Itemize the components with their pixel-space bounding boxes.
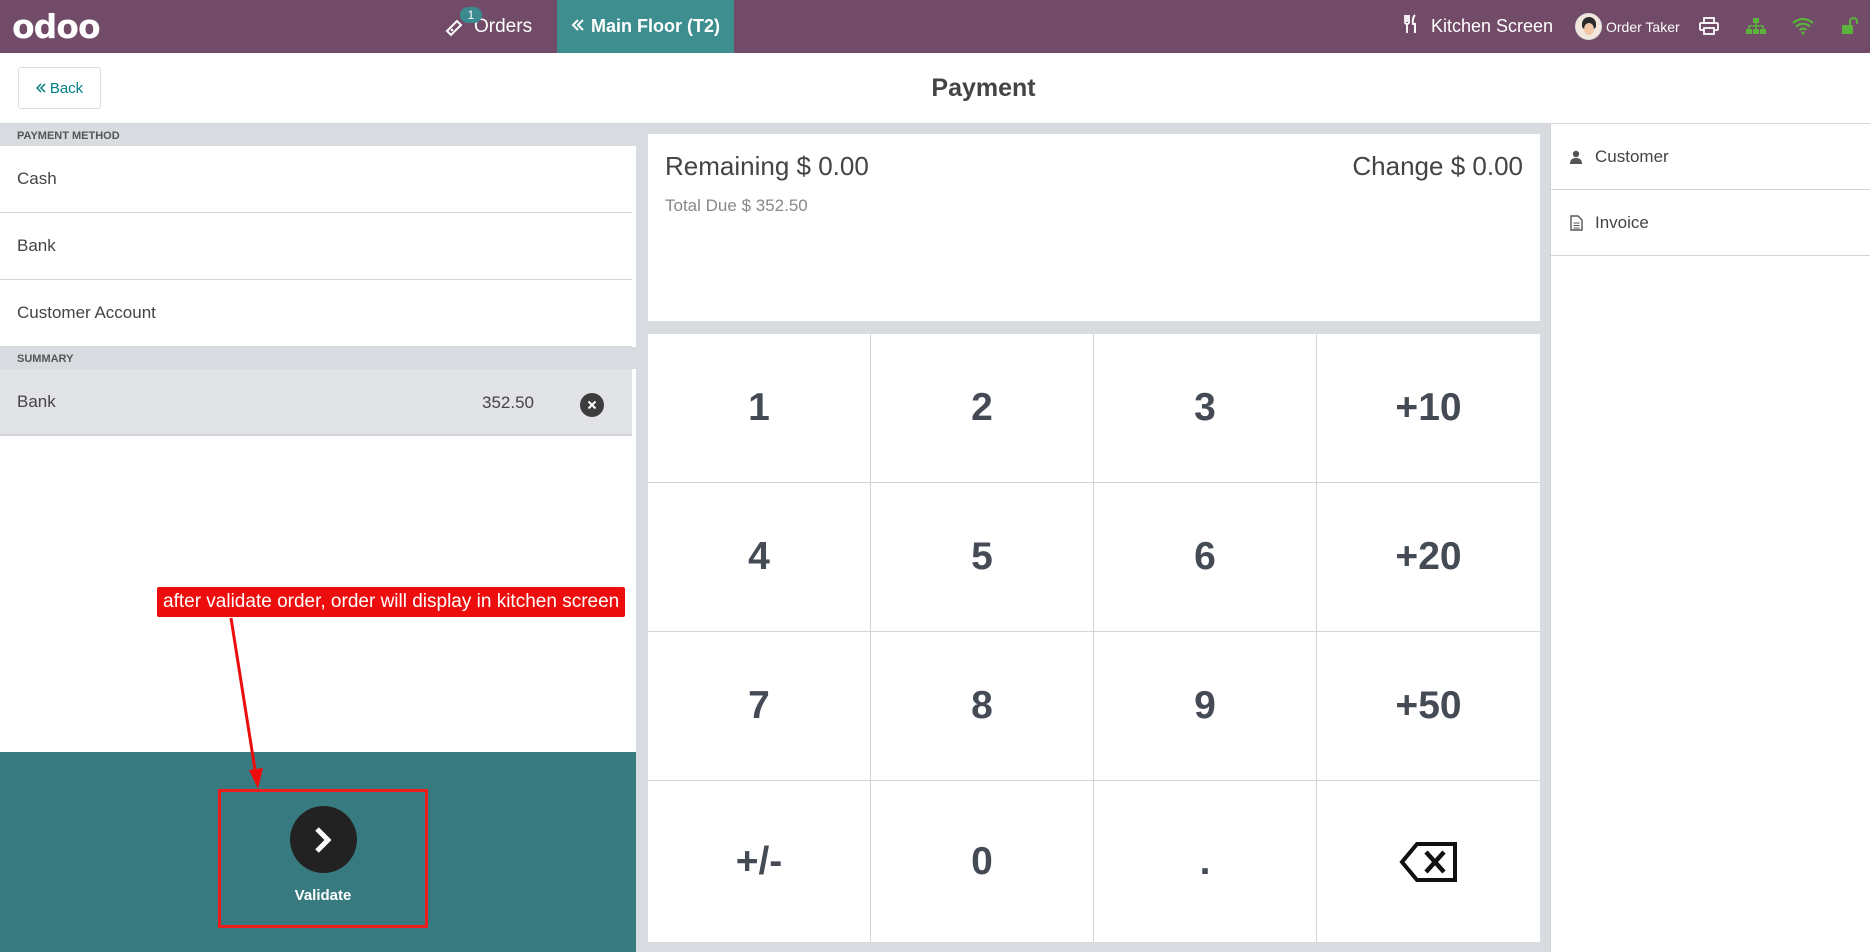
payment-line[interactable]: Bank 352.50 [0, 369, 632, 436]
numpad-key-plus-10[interactable]: +10 [1317, 334, 1540, 483]
payment-method-cash[interactable]: Cash [0, 146, 632, 213]
backspace-icon [1398, 841, 1457, 882]
summary-header: SUMMARY [0, 347, 636, 369]
numpad-key-7[interactable]: 7 [648, 632, 871, 781]
numpad-key-decimal[interactable]: . [1094, 781, 1317, 942]
change-label: Change [1352, 151, 1444, 181]
numpad-key-plus-50[interactable]: +50 [1317, 632, 1540, 781]
customer-label: Customer [1595, 146, 1669, 166]
user-icon [1569, 150, 1583, 164]
numpad-key-plus-20[interactable]: +20 [1317, 483, 1540, 632]
numpad-key-1[interactable]: 1 [648, 334, 871, 483]
payment-method-header: PAYMENT METHOD [0, 124, 636, 146]
numpad: 1 2 3 +10 4 5 6 +20 7 8 9 +50 +/- 0 . [648, 334, 1540, 942]
double-chevron-left-icon [35, 80, 46, 96]
file-text-icon [1569, 214, 1583, 231]
payment-status: Remaining $ 0.00 Change $ 0.00 Total Due… [648, 134, 1540, 321]
numpad-key-5[interactable]: 5 [871, 483, 1094, 632]
top-navbar: odoo 1 Orders Main Floor (T2) Kitchen Sc… [0, 0, 1870, 53]
back-button[interactable]: Back [18, 67, 101, 109]
kitchen-screen-label: Kitchen Screen [1431, 16, 1554, 36]
numpad-key-2[interactable]: 2 [871, 334, 1094, 483]
ticket-icon: 1 [444, 6, 482, 38]
total-due-label: Total Due [665, 196, 737, 215]
network-icon[interactable] [1744, 14, 1768, 38]
invoice-label: Invoice [1595, 212, 1649, 232]
numpad-key-3[interactable]: 3 [1094, 334, 1317, 483]
numpad-key-4[interactable]: 4 [648, 483, 871, 632]
payment-options-panel: Customer Invoice [1550, 124, 1870, 952]
payment-method-bank[interactable]: Bank [0, 213, 632, 280]
validate-button[interactable]: Validate [218, 789, 428, 928]
total-due: Total Due $ 352.50 [665, 196, 808, 216]
customer-button[interactable]: Customer [1551, 124, 1870, 190]
back-label: Back [49, 79, 84, 97]
payment-line-method: Bank [17, 391, 56, 411]
odoo-logo: odoo [12, 6, 101, 46]
avatar [1575, 13, 1602, 40]
annotation-callout: after validate order, order will display… [157, 587, 626, 617]
payment-center-panel: Remaining $ 0.00 Change $ 0.00 Total Due… [636, 124, 1550, 952]
kitchen-screen-button[interactable]: Kitchen Screen [1403, 0, 1553, 53]
orders-count-badge: 1 [460, 6, 482, 23]
numpad-key-9[interactable]: 9 [1094, 632, 1317, 781]
remaining-label: Remaining [665, 151, 790, 181]
numpad-key-plus-minus[interactable]: +/- [648, 781, 871, 942]
numpad-key-6[interactable]: 6 [1094, 483, 1317, 632]
floor-label: Main Floor (T2) [591, 16, 720, 36]
user-menu[interactable]: Order Taker [1575, 0, 1680, 53]
page-title: Payment [931, 74, 1036, 102]
printer-icon[interactable] [1697, 14, 1721, 38]
control-bar: Back Payment [0, 53, 1870, 124]
floor-tab[interactable]: Main Floor (T2) [557, 0, 734, 53]
remove-payment-icon[interactable] [580, 393, 604, 417]
unlock-icon[interactable] [1838, 14, 1862, 38]
validate-label: Validate [294, 887, 352, 904]
total-due-value: $ 352.50 [741, 196, 808, 215]
numpad-key-0[interactable]: 0 [871, 781, 1094, 942]
orders-label: Orders [474, 15, 533, 37]
change-amount: Change $ 0.00 [1352, 151, 1523, 182]
invoice-button[interactable]: Invoice [1551, 190, 1870, 256]
change-value: $ 0.00 [1450, 151, 1523, 181]
chevron-right-icon [289, 806, 357, 873]
payment-line-amount: 352.50 [482, 392, 534, 412]
remaining-amount: Remaining $ 0.00 [665, 151, 869, 182]
numpad-key-backspace[interactable] [1317, 781, 1540, 942]
numpad-key-8[interactable]: 8 [871, 632, 1094, 781]
utensils-icon [1403, 14, 1419, 39]
double-chevron-left-icon [571, 16, 585, 37]
payment-method-customer-account[interactable]: Customer Account [0, 280, 632, 347]
remaining-value: $ 0.00 [796, 151, 869, 181]
wifi-icon [1791, 14, 1815, 38]
user-name: Order Taker [1606, 18, 1680, 35]
orders-button[interactable]: 1 Orders [444, 0, 532, 53]
